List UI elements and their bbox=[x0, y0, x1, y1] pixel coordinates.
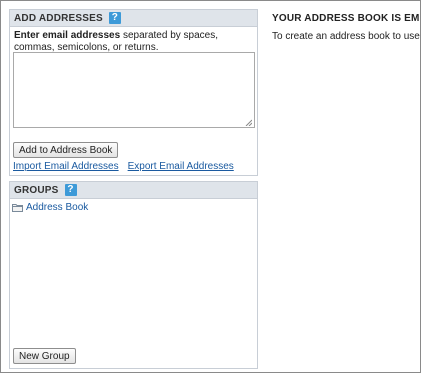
import-email-addresses-link[interactable]: Import Email Addresses bbox=[13, 161, 119, 172]
add-to-address-book-button[interactable]: Add to Address Book bbox=[13, 142, 119, 158]
window-frame: ADD ADDRESSES ? Enter email addresses se… bbox=[0, 0, 421, 373]
resize-grip-icon[interactable] bbox=[245, 119, 252, 126]
empty-address-book-text: To create an address book to use for bbox=[272, 31, 420, 42]
group-item-label: Address Book bbox=[26, 202, 89, 213]
address-book-content: YOUR ADDRESS BOOK IS EMPTY. To create an… bbox=[272, 13, 420, 42]
group-item-address-book[interactable]: Address Book bbox=[12, 202, 88, 213]
add-addresses-title: ADD ADDRESSES bbox=[14, 12, 103, 24]
help-icon[interactable]: ? bbox=[108, 12, 121, 24]
add-addresses-header: ADD ADDRESSES ? bbox=[10, 10, 257, 27]
import-export-links: Import Email Addresses Export Email Addre… bbox=[13, 161, 234, 172]
groups-panel: GROUPS ? Address Book New Group bbox=[9, 181, 258, 369]
new-group-button[interactable]: New Group bbox=[13, 348, 76, 364]
groups-header: GROUPS ? bbox=[10, 182, 257, 199]
empty-address-book-title: YOUR ADDRESS BOOK IS EMPTY. bbox=[272, 13, 420, 24]
folder-icon bbox=[12, 204, 23, 212]
email-addresses-textarea[interactable] bbox=[13, 52, 255, 128]
groups-title: GROUPS bbox=[14, 184, 59, 196]
add-addresses-panel: ADD ADDRESSES ? Enter email addresses se… bbox=[9, 9, 258, 176]
add-addresses-instructions: Enter email addresses separated by space… bbox=[10, 27, 257, 54]
export-email-addresses-link[interactable]: Export Email Addresses bbox=[128, 161, 234, 172]
help-icon[interactable]: ? bbox=[64, 184, 77, 196]
instructions-bold: Enter email addresses bbox=[14, 30, 121, 41]
